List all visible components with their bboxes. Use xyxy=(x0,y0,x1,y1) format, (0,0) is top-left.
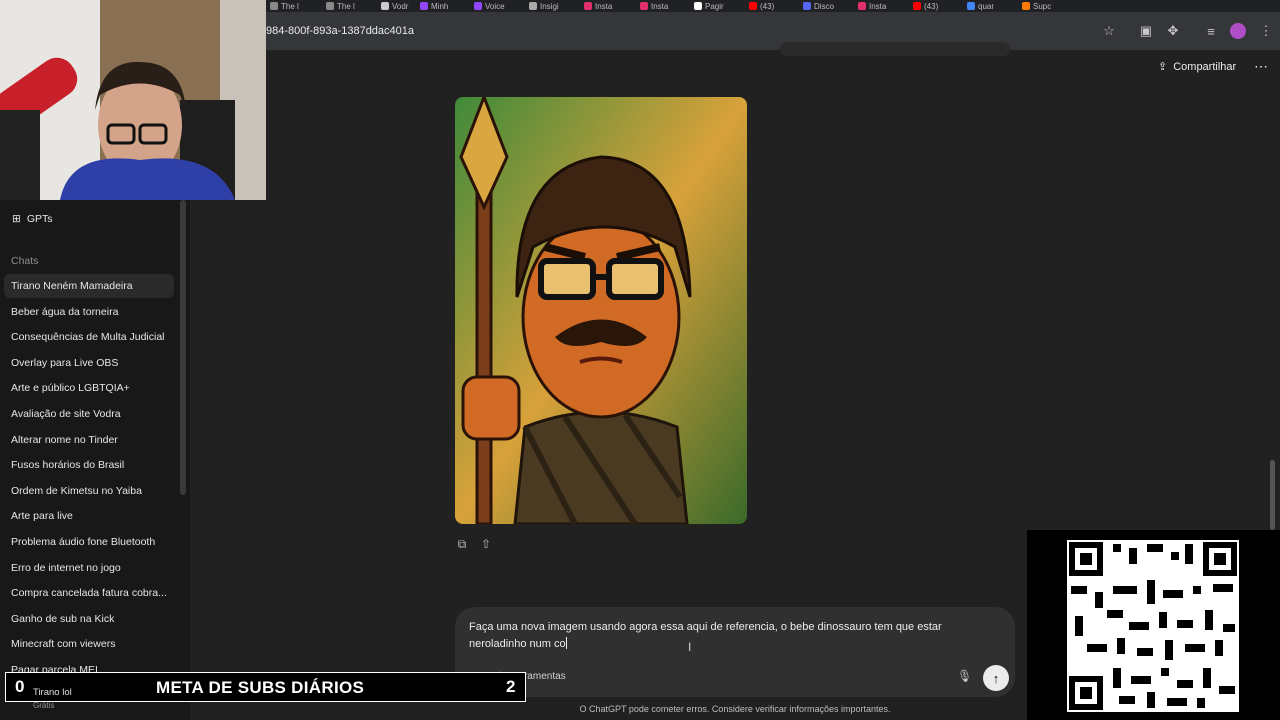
chats-section-label: Chats xyxy=(11,255,39,267)
browser-tab[interactable]: Voice xyxy=(474,0,524,12)
tab-label: Insigi xyxy=(540,1,559,11)
profile-plan: Grátis xyxy=(33,701,55,710)
browser-tab[interactable]: Insta xyxy=(584,0,634,12)
browser-tab[interactable]: The l xyxy=(270,0,320,12)
subs-goal-overlay: 0 META DE SUBS DIÁRIOS 2 xyxy=(5,672,526,702)
tab-favicon-icon xyxy=(474,2,482,10)
subs-goal-title: META DE SUBS DIÁRIOS xyxy=(156,678,365,697)
text-caret xyxy=(565,637,567,649)
tab-favicon-icon xyxy=(967,2,975,10)
chat-item[interactable]: Beber água da torneira xyxy=(4,300,174,324)
prompt-composer[interactable]: Faça uma nova imagem usando agora essa a… xyxy=(455,607,1015,697)
cast-icon[interactable]: ▣ xyxy=(1136,21,1156,41)
browser-tab[interactable]: The l xyxy=(326,0,376,12)
tab-favicon-icon xyxy=(529,2,537,10)
menu-icon[interactable]: ⋮ xyxy=(1256,21,1276,41)
tab-favicon-icon xyxy=(640,2,648,10)
media-icon[interactable]: ≡ xyxy=(1201,21,1221,41)
url-text[interactable]: 984-800f-893a-1387ddac401a xyxy=(266,25,414,37)
main-scrollbar[interactable] xyxy=(1270,460,1275,530)
subs-current-count: 0 xyxy=(15,677,25,696)
browser-tab[interactable]: Supc xyxy=(1022,0,1072,12)
browser-tab[interactable]: Minh xyxy=(420,0,470,12)
tab-label: Supc xyxy=(1033,1,1052,11)
chat-item[interactable]: Arte e público LGBTQIA+ xyxy=(4,376,174,400)
browser-tab[interactable]: Insta xyxy=(640,0,690,12)
tab-label: Minh xyxy=(431,1,449,11)
qr-code-overlay xyxy=(1027,530,1280,720)
tab-label: The l xyxy=(281,1,299,11)
chat-item[interactable]: Problema áudio fone Bluetooth xyxy=(4,530,174,554)
share-image-icon[interactable]: ⇧ xyxy=(479,537,493,551)
tab-favicon-icon xyxy=(326,2,334,10)
tab-favicon-icon xyxy=(749,2,757,10)
gpts-link[interactable]: ⊞ GPTs xyxy=(12,213,52,225)
browser-tab[interactable]: Disco xyxy=(803,0,853,12)
browser-tab[interactable]: (43) xyxy=(749,0,799,12)
more-options-button[interactable]: ⋯ xyxy=(1254,58,1268,75)
profile-avatar[interactable] xyxy=(1230,23,1246,39)
tab-favicon-icon xyxy=(270,2,278,10)
profile-name[interactable]: Tirano lol xyxy=(33,687,72,698)
disclaimer-text: O ChatGPT pode cometer erros. Considere … xyxy=(579,704,891,714)
sidebar-scrollbar[interactable] xyxy=(180,200,186,495)
tab-favicon-icon xyxy=(1022,2,1030,10)
browser-tab[interactable]: (43) xyxy=(913,0,963,12)
tab-favicon-icon xyxy=(803,2,811,10)
chat-item[interactable]: Fusos horários do Brasil xyxy=(4,453,174,477)
tab-favicon-icon xyxy=(381,2,389,10)
tab-favicon-icon xyxy=(858,2,866,10)
grid-icon: ⊞ xyxy=(12,213,21,225)
tab-label: Pagir xyxy=(705,1,724,11)
qr-code xyxy=(1067,540,1239,712)
chat-item-active[interactable]: Tirano Neném Mamadeira xyxy=(4,274,174,298)
share-icon: ⇪ xyxy=(1158,61,1168,73)
share-button[interactable]: ⇪ Compartilhar xyxy=(1158,60,1237,74)
tab-label: The l xyxy=(337,1,355,11)
prompt-input[interactable]: Faça uma nova imagem usando agora essa a… xyxy=(469,619,989,653)
mouse-cursor-icon: I xyxy=(688,640,692,654)
tab-label: Voice xyxy=(485,1,505,11)
browser-tab[interactable]: Pagir xyxy=(694,0,744,12)
generated-image[interactable] xyxy=(455,97,747,524)
webcam-overlay xyxy=(0,0,266,200)
star-icon[interactable]: ☆ xyxy=(1099,21,1119,41)
chat-item[interactable]: Compra cancelada fatura cobra... xyxy=(4,581,174,605)
gpts-label: GPTs xyxy=(26,213,53,225)
tab-label: Insta xyxy=(869,1,887,11)
chat-item[interactable]: Ordem de Kimetsu no Yaiba xyxy=(4,479,174,503)
chat-item[interactable]: Overlay para Live OBS xyxy=(4,351,174,375)
chat-item[interactable]: Ganho de sub na Kick xyxy=(4,607,174,631)
chat-item[interactable]: Alterar nome no Tinder xyxy=(4,428,174,452)
send-button[interactable]: ↑ xyxy=(983,665,1009,691)
extensions-icon[interactable]: ✥ xyxy=(1163,21,1183,41)
sidebar: ⊞ GPTs Chats Tirano Neném Mamadeira Beber… xyxy=(0,200,190,720)
tab-favicon-icon xyxy=(913,2,921,10)
copy-icon[interactable]: ⧉ xyxy=(455,537,469,551)
chat-item[interactable]: Arte para live xyxy=(4,504,174,528)
chat-item[interactable]: Erro de internet no jogo xyxy=(4,556,174,580)
share-label: Compartilhar xyxy=(1173,60,1237,73)
browser-tab[interactable]: Insta xyxy=(858,0,908,12)
tab-favicon-icon xyxy=(420,2,428,10)
browser-tab[interactable]: Insigi xyxy=(529,0,579,12)
browser-tab[interactable]: quar xyxy=(967,0,1017,12)
subs-goal-target: 2 xyxy=(506,677,516,696)
tab-label: quar xyxy=(978,1,995,11)
tab-label: (43) xyxy=(924,1,939,11)
tab-label: Vodr xyxy=(392,1,409,11)
tab-label: Disco xyxy=(814,1,835,11)
chat-item[interactable]: Minecraft com viewers xyxy=(4,632,174,656)
tab-label: (43) xyxy=(760,1,775,11)
tab-label: Insta xyxy=(595,1,613,11)
tab-favicon-icon xyxy=(584,2,592,10)
chat-item[interactable]: Avaliação de site Vodra xyxy=(4,402,174,426)
microphone-icon[interactable]: 🎙 xyxy=(957,669,972,683)
tab-label: Insta xyxy=(651,1,669,11)
previous-message-fragment xyxy=(780,42,1010,56)
chat-item[interactable]: Consequências de Multa Judicial xyxy=(4,325,174,349)
tab-favicon-icon xyxy=(694,2,702,10)
